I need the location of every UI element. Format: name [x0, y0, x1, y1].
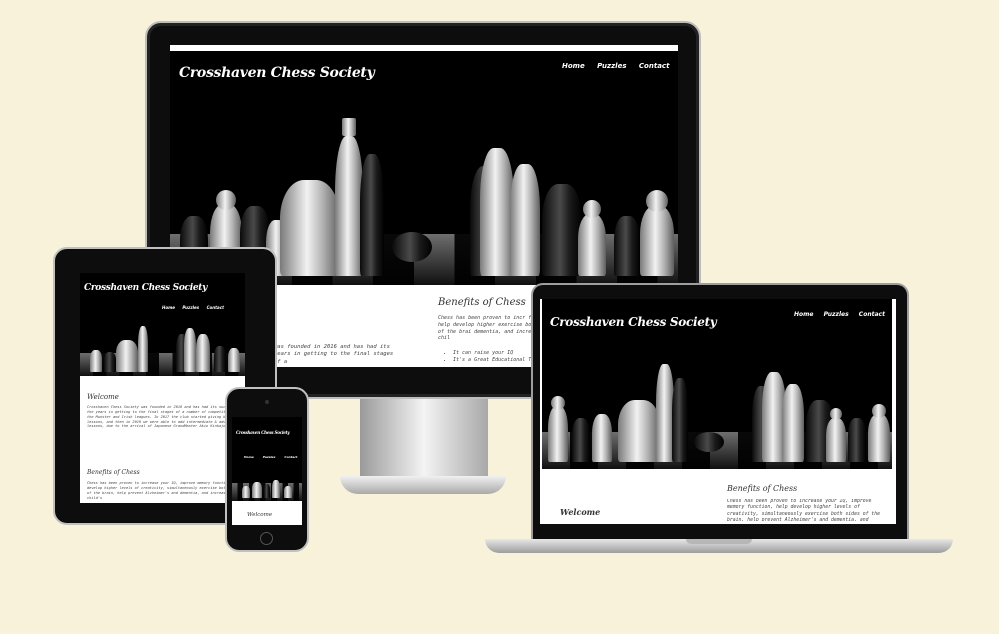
chess-piece [228, 347, 240, 372]
benefits-heading: Benefits of Chess [438, 297, 526, 308]
phone-screen: Crosshaven Chess Society Home Puzzles Co… [232, 417, 302, 525]
chess-piece [214, 345, 226, 372]
nav-link-home[interactable]: Home [794, 311, 813, 318]
site-title: Crosshaven Chess Society [179, 65, 375, 81]
welcome-heading: Welcome [560, 507, 601, 517]
chess-piece [578, 199, 606, 276]
chess-piece [694, 432, 724, 452]
chess-piece [826, 408, 846, 463]
chess-piece [284, 485, 292, 498]
phone-camera [265, 400, 269, 404]
chess-piece [280, 179, 340, 276]
benefits-heading: Benefits of Chess [87, 469, 140, 476]
chess-piece [252, 481, 262, 498]
phone-home-button[interactable] [260, 532, 273, 545]
nav-link-contact[interactable]: Contact [207, 305, 224, 310]
benefits-heading: Benefits of Chess [727, 484, 798, 493]
chess-piece [618, 400, 660, 463]
chess-piece [335, 117, 363, 276]
chess-piece [90, 349, 102, 372]
chess-piece [592, 414, 612, 463]
chess-piece [480, 147, 514, 276]
laptop-screen: Crosshaven Chess Society Home Puzzles Co… [540, 299, 896, 524]
chess-piece [264, 483, 270, 498]
welcome-text: was founded in 2016 and has had its year… [274, 344, 394, 365]
nav-link-puzzles[interactable]: Puzzles [263, 455, 276, 459]
nav-link-contact[interactable]: Contact [639, 62, 670, 70]
chess-piece [104, 351, 116, 372]
chess-piece [572, 418, 590, 463]
chess-piece [782, 384, 804, 463]
site-title: Crosshaven Chess Society [84, 283, 208, 293]
welcome-text: Crosshaven Chess Society was founded in … [87, 405, 245, 429]
laptop-trackpad-notch [686, 539, 752, 544]
nav-link-puzzles[interactable]: Puzzles [824, 311, 849, 318]
welcome-heading: Welcome [87, 393, 119, 401]
site-title: Crosshaven Chess Society [236, 430, 290, 435]
nav-link-home[interactable]: Home [562, 62, 585, 70]
chess-piece [138, 325, 148, 372]
nav-link-home[interactable]: Home [244, 455, 254, 459]
chess-piece [272, 479, 280, 498]
chess-piece [672, 378, 688, 463]
nav-link-puzzles[interactable]: Puzzles [182, 305, 199, 310]
chess-piece [196, 333, 210, 372]
chess-piece [614, 215, 640, 276]
nav-bar: Home Puzzles Contact [794, 311, 885, 318]
chess-piece [548, 396, 568, 463]
monitor-stand [360, 397, 488, 485]
benefits-text: Chess has been proven to increase your I… [87, 481, 243, 500]
nav-link-home[interactable]: Home [162, 305, 175, 310]
chess-piece [184, 327, 196, 372]
nav-link-puzzles[interactable]: Puzzles [597, 62, 626, 70]
chess-piece [242, 485, 250, 498]
chess-piece [848, 418, 866, 463]
tablet-screen: Crosshaven Chess Society Home Puzzles Co… [80, 273, 245, 503]
nav-bar: Home Puzzles Contact [244, 455, 297, 459]
chess-piece [542, 183, 582, 276]
nav-bar: Home Puzzles Contact [562, 62, 669, 70]
chess-piece [360, 153, 384, 276]
chess-piece [510, 163, 540, 276]
welcome-heading: Welcome [247, 512, 273, 518]
chess-piece [640, 189, 674, 276]
benefits-text: Chess has been proven to increase your I… [727, 499, 881, 521]
chess-piece [116, 339, 138, 372]
chess-piece [868, 404, 890, 463]
site-title: Crosshaven Chess Society [550, 315, 717, 329]
chess-piece [392, 231, 432, 262]
nav-bar: Home Puzzles Contact [162, 305, 224, 310]
nav-link-contact[interactable]: Contact [284, 455, 297, 459]
monitor-base [340, 476, 506, 494]
nav-link-contact[interactable]: Contact [859, 311, 885, 318]
